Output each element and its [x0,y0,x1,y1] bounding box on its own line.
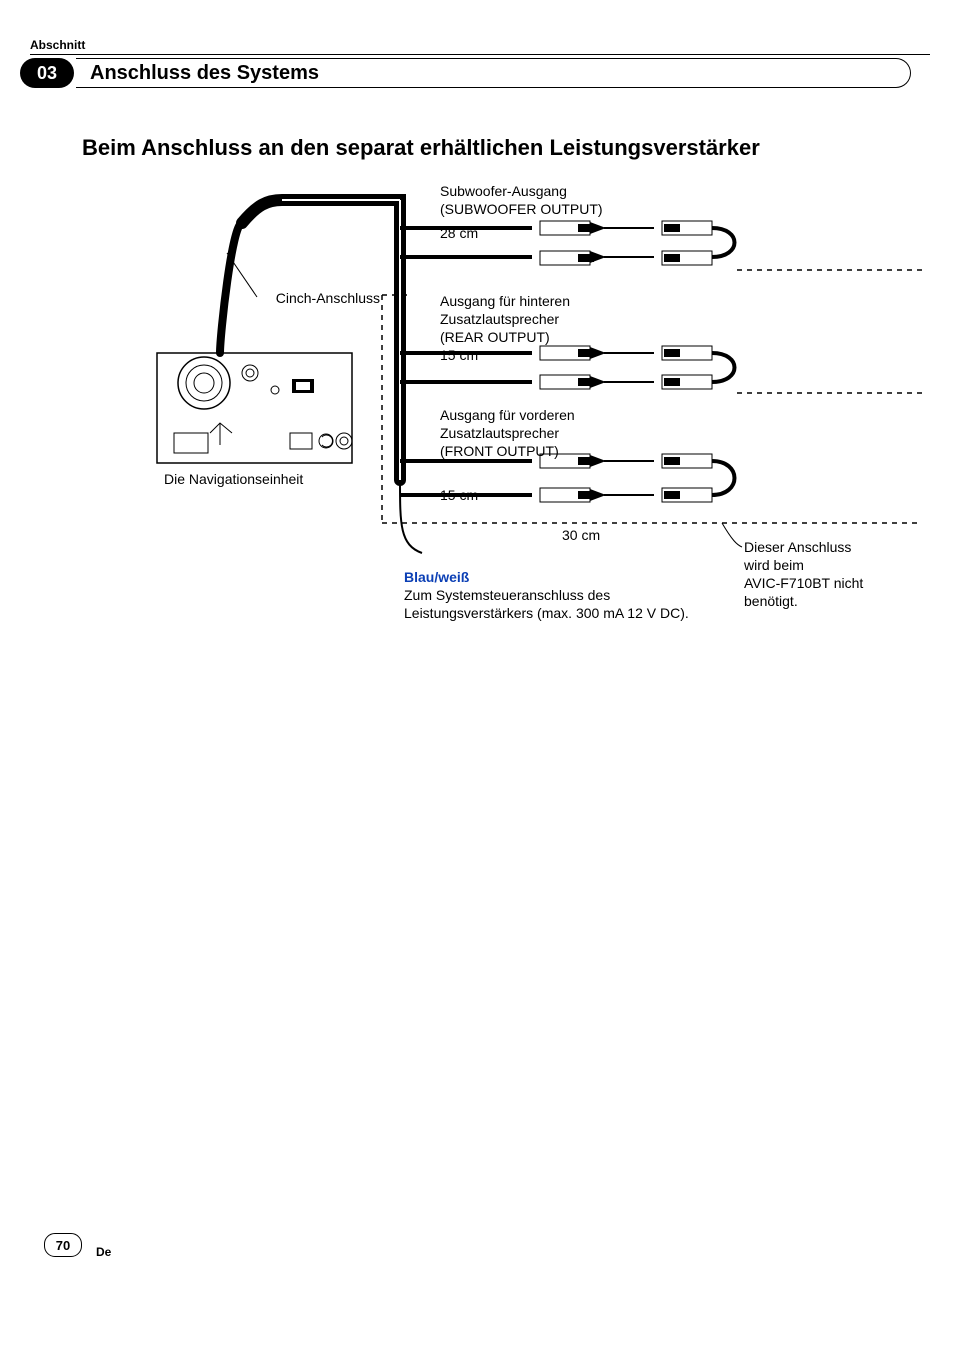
label-subwoofer-sub: (SUBWOOFER OUTPUT) [440,201,603,219]
label-notneeded-l4: benötigt. [744,593,798,611]
section-number-badge: 03 [20,58,74,88]
label-front-l2: Zusatzlautsprecher [440,425,559,443]
header-rule [30,54,930,55]
label-cinch: Cinch-Anschluss [260,290,380,308]
wiring-diagram: Subwoofer-Ausgang (SUBWOOFER OUTPUT) 28 … [82,175,922,635]
label-notneeded-l2: wird beim [744,557,804,575]
label-notneeded-l1: Dieser Anschluss [744,539,851,557]
page-number: 70 [44,1233,82,1257]
main-heading: Beim Anschluss an den separat erhältlich… [82,135,760,161]
label-notneeded-l3: AVIC-F710BT nicht [744,575,863,593]
label-rear-l3: (REAR OUTPUT) [440,329,550,347]
section-title-pill: Anschluss des Systems [76,58,911,88]
section-title: Anschluss des Systems [90,62,319,85]
label-rear-l2: Zusatzlautsprecher [440,311,559,329]
label-rear-l1: Ausgang für hinteren [440,293,570,311]
label-front-l3: (FRONT OUTPUT) [440,443,559,461]
label-15cm-a: 15 cm [440,347,478,365]
label-nav-unit: Die Navigationseinheit [164,471,303,489]
label-blue-white: Blau/weiß [404,569,469,587]
label-sysctrl-l1: Zum Systemsteueranschluss des [404,587,610,605]
label-front-l1: Ausgang für vorderen [440,407,575,425]
language-code: De [96,1245,111,1259]
section-label: Abschnitt [30,38,85,52]
label-15cm-b: 15 cm [440,487,478,505]
label-30cm: 30 cm [562,527,600,545]
label-28cm: 28 cm [440,225,478,243]
label-sysctrl-l2: Leistungsverstärkers (max. 300 mA 12 V D… [404,605,689,623]
label-subwoofer-title: Subwoofer-Ausgang [440,183,567,201]
